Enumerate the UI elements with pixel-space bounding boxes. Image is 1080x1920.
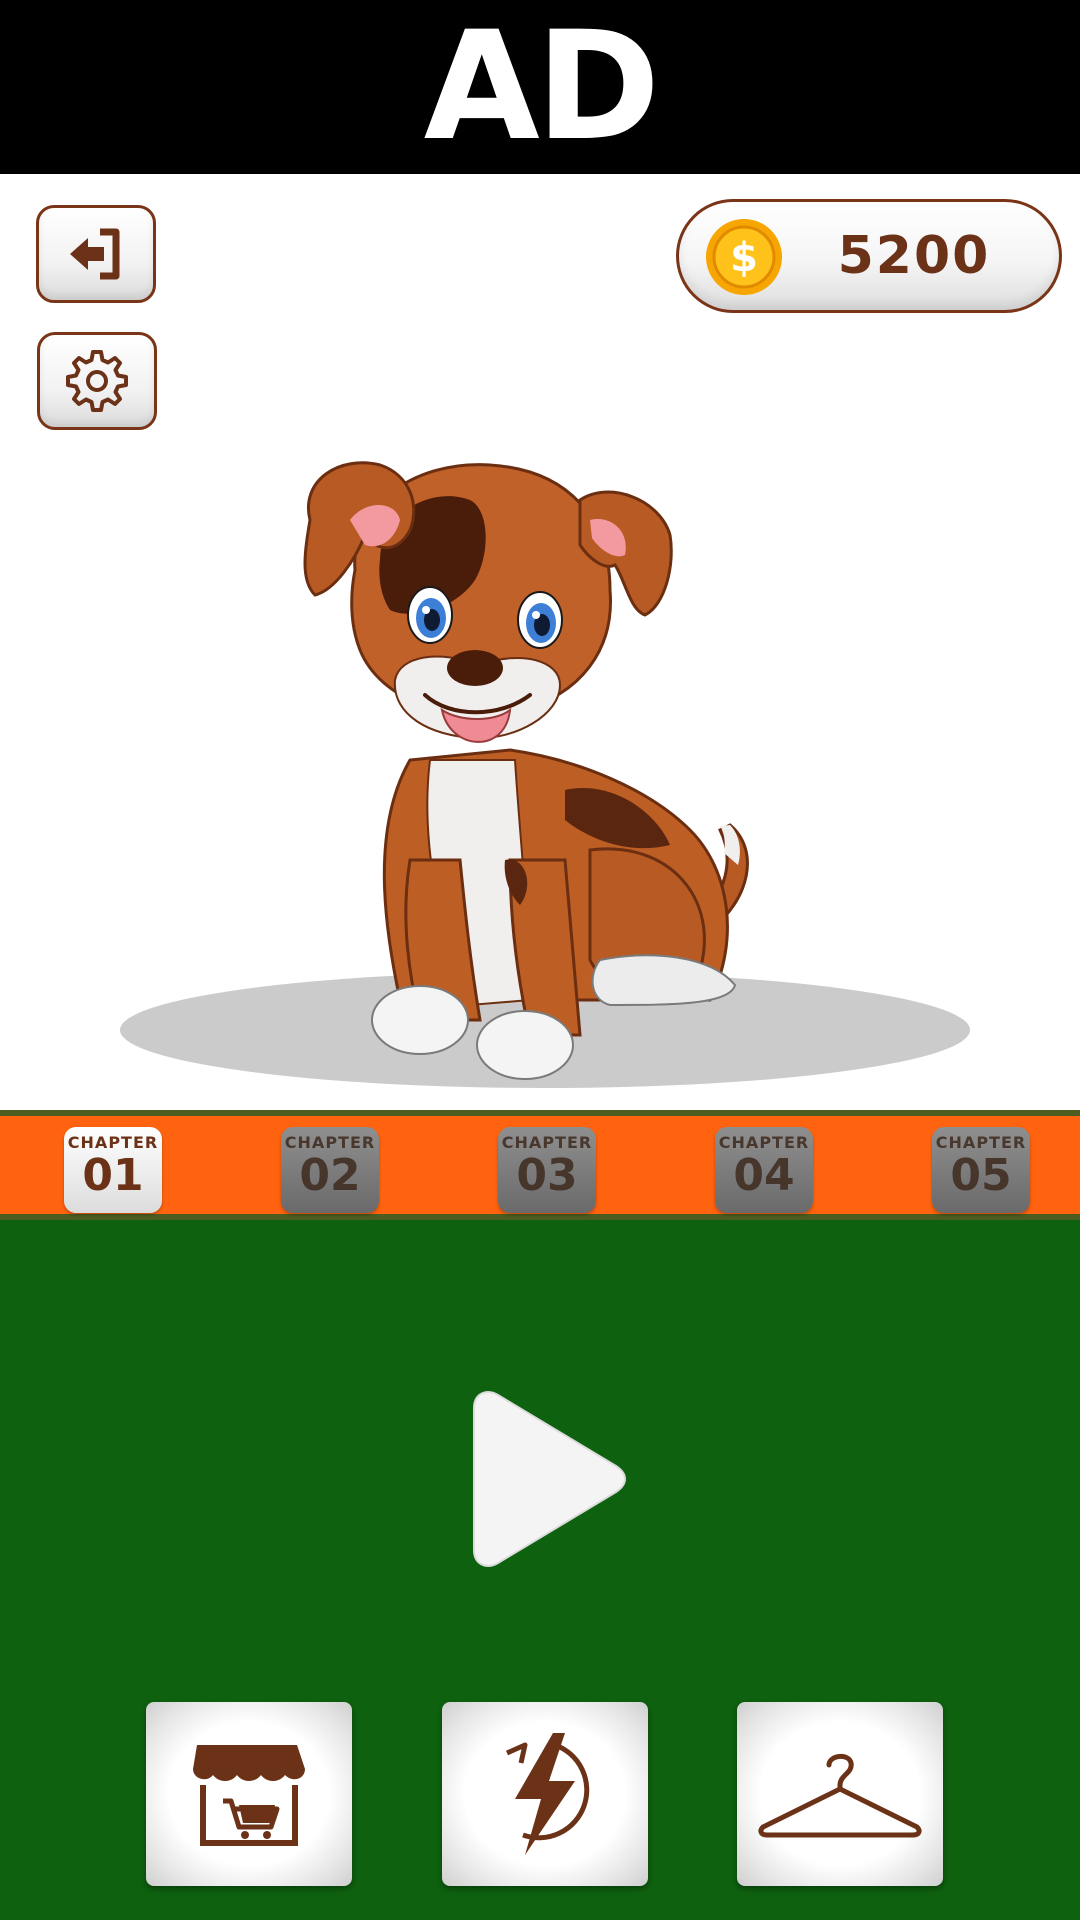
chapter-number: 04 xyxy=(733,1150,795,1201)
coin-balance: 5200 xyxy=(837,226,991,286)
shop-button[interactable] xyxy=(146,1702,352,1886)
chapter-number: 03 xyxy=(516,1150,578,1201)
chapter-number: 02 xyxy=(299,1150,361,1201)
wardrobe-button[interactable] xyxy=(737,1702,943,1886)
chapter-02-button[interactable]: CHAPTER 02 xyxy=(281,1127,379,1213)
chapter-04-button[interactable]: CHAPTER 04 xyxy=(715,1127,813,1213)
chapter-label: CHAPTER xyxy=(501,1133,593,1152)
shop-icon xyxy=(193,1745,305,1846)
ad-label: AD xyxy=(423,0,661,174)
play-icon xyxy=(473,1391,626,1567)
chapter-05-button[interactable]: CHAPTER 05 xyxy=(932,1127,1030,1213)
coin-icon: $ xyxy=(706,219,782,295)
chapter-selector: CHAPTER 01 CHAPTER 02 CHAPTER 03 CHAPTER… xyxy=(0,1110,1080,1220)
play-button[interactable] xyxy=(468,1390,628,1568)
exit-button[interactable] xyxy=(36,205,156,303)
ad-banner[interactable]: AD xyxy=(0,0,1080,174)
chapter-number: 05 xyxy=(950,1150,1012,1201)
chapter-label: CHAPTER xyxy=(67,1133,159,1152)
chapter-number: 01 xyxy=(82,1150,144,1201)
coin-counter: $ 5200 xyxy=(676,199,1062,313)
puppy-character xyxy=(120,461,970,1088)
exit-icon xyxy=(70,228,120,280)
boost-button[interactable] xyxy=(442,1702,648,1886)
chapter-01-button[interactable]: CHAPTER 01 xyxy=(64,1127,162,1213)
hanger-icon xyxy=(758,1754,922,1838)
chapter-label: CHAPTER xyxy=(935,1133,1027,1152)
gear-icon xyxy=(66,350,128,412)
chapter-label: CHAPTER xyxy=(718,1133,810,1152)
puppy-nose xyxy=(447,650,503,686)
lightning-icon xyxy=(505,1733,590,1855)
chapter-03-button[interactable]: CHAPTER 03 xyxy=(498,1127,596,1213)
chapter-label: CHAPTER xyxy=(284,1133,376,1152)
svg-text:$: $ xyxy=(730,235,758,281)
settings-button[interactable] xyxy=(37,332,157,430)
